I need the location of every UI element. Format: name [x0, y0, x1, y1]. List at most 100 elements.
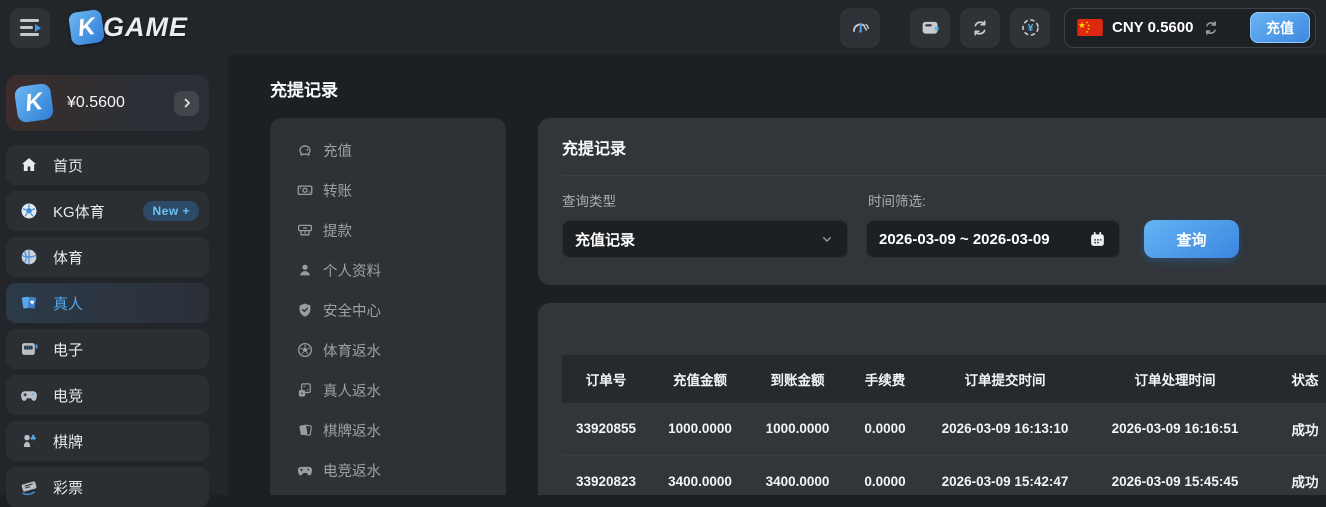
column-header: 充值金额 — [650, 355, 750, 403]
refresh-icon[interactable] — [960, 8, 1000, 48]
balance-refresh-icon[interactable] — [1202, 19, 1220, 37]
calendar-icon[interactable] — [1088, 230, 1107, 249]
cards2-icon — [295, 421, 315, 439]
speed-gauge-icon[interactable] — [840, 8, 880, 48]
china-flag-icon: ★ ★ ★ ★ ★ — [1077, 19, 1103, 36]
table-cell: 1000.0000 — [750, 403, 845, 455]
balance-k-icon: K — [14, 83, 55, 124]
submenu-item-label: 安全中心 — [323, 300, 381, 321]
records-panel: 订单号充值金额到账金额手续费订单提交时间订单处理时间状态 33920855100… — [538, 303, 1326, 495]
submenu-item-label: 棋牌返水 — [323, 420, 381, 441]
slot-icon: 777 — [18, 339, 40, 359]
query-type-label: 查询类型 — [562, 190, 616, 210]
sidebar-item-label: 电子 — [53, 339, 83, 360]
submenu-item-label: 真人返水 — [323, 380, 381, 401]
column-header: 状态 — [1265, 355, 1326, 403]
sidebar-item-kg-sports[interactable]: KG体育 New + — [6, 191, 209, 231]
table-cell: 1000.0000 — [650, 403, 750, 455]
sidebar-item-live[interactable]: ♥ 真人 — [6, 283, 209, 323]
deposit-button[interactable]: 充值 — [1250, 12, 1310, 43]
submenu-item-sports-rebate[interactable]: 体育返水 — [270, 330, 506, 370]
menu-toggle-icon[interactable] — [10, 8, 50, 48]
cards-icon: ♥ — [18, 293, 40, 313]
table-cell: 成功 — [1265, 403, 1326, 455]
gamepad-icon — [18, 385, 40, 405]
records-table: 订单号充值金额到账金额手续费订单提交时间订单处理时间状态 33920855100… — [562, 355, 1326, 495]
dice-icon — [295, 381, 315, 399]
date-range-input[interactable]: 2026-03-09 ~ 2026-03-09 — [866, 220, 1120, 258]
brand-logo[interactable]: K GAME — [70, 11, 188, 44]
banknote-icon — [295, 181, 315, 199]
ticket-icon — [18, 477, 40, 497]
svg-text:♥: ♥ — [30, 301, 35, 307]
submenu-item-withdraw[interactable]: 提款 — [270, 210, 506, 250]
logo-k-icon: K — [68, 9, 105, 46]
wallet-icon[interactable] — [910, 8, 950, 48]
sidebar-item-lottery[interactable]: 彩票 — [6, 467, 209, 507]
svg-text:¥: ¥ — [1027, 23, 1033, 34]
table-cell: 2026-03-09 16:16:51 — [1085, 403, 1265, 455]
withdraw-icon — [295, 221, 315, 239]
filter-panel: 充提记录 查询类型 时间筛选: 充值记录 2026-03-09 ~ 2026-0… — [538, 118, 1326, 285]
submenu-item-label: 电竞返水 — [323, 460, 381, 481]
sidebar-item-chess[interactable]: ♣ 棋牌 — [6, 421, 209, 461]
balance-card[interactable]: K ¥0.5600 — [6, 75, 209, 131]
table-cell: 3400.0000 — [750, 455, 845, 495]
column-header: 订单处理时间 — [1085, 355, 1265, 403]
sidebar-item-sports[interactable]: 体育 — [6, 237, 209, 277]
submenu-item-label: 提款 — [323, 220, 352, 241]
soccer2-icon — [295, 341, 315, 359]
search-button[interactable]: 查询 — [1144, 220, 1239, 258]
column-header: 订单号 — [562, 355, 650, 403]
submenu-item-security-center[interactable]: 安全中心 — [270, 290, 506, 330]
sidebar-item-home[interactable]: 首页 — [6, 145, 209, 185]
column-header: 订单提交时间 — [925, 355, 1085, 403]
table-cell: 0.0000 — [845, 403, 925, 455]
date-range-value: 2026-03-09 ~ 2026-03-09 — [879, 231, 1050, 248]
column-header: 到账金额 — [750, 355, 845, 403]
home-icon — [18, 155, 40, 175]
currency-exchange-icon[interactable]: ¥ — [1010, 8, 1050, 48]
new-badge: New + — [143, 201, 199, 221]
sidebar-item-label: 棋牌 — [53, 431, 83, 452]
submenu-item-label: 个人资料 — [323, 260, 381, 281]
basketball-icon — [18, 247, 40, 267]
submenu-item-live-rebate[interactable]: 真人返水 — [270, 370, 506, 410]
topbar-actions: ¥ ★ ★ ★ ★ ★ CNY 0.5600 充值 — [840, 8, 1316, 48]
sidebar-item-label: 彩票 — [53, 477, 83, 498]
query-type-select[interactable]: 充值记录 — [562, 220, 848, 258]
sidebar-item-label: 真人 — [53, 293, 83, 314]
sidebar-item-slots[interactable]: 777 电子 — [6, 329, 209, 369]
table-cell: 2026-03-09 16:13:10 — [925, 403, 1085, 455]
sidebar-item-label: 首页 — [53, 155, 83, 176]
submenu-item-transfer[interactable]: 转账 — [270, 170, 506, 210]
submenu-item-label: 体育返水 — [323, 340, 381, 361]
submenu-item-chess-rebate[interactable]: 棋牌返水 — [270, 410, 506, 450]
table-row: 339208551000.00001000.00000.00002026-03-… — [562, 403, 1326, 455]
sidebar-menu: 首页 KG体育 New + 体育 ♥ 真人 777 电子 电竞 ♣ 棋牌 彩票 — [0, 145, 228, 507]
time-filter-label: 时间筛选: — [868, 190, 926, 210]
divider — [562, 175, 1326, 176]
column-header: 手续费 — [845, 355, 925, 403]
person-icon — [295, 261, 315, 279]
sidebar-item-esports[interactable]: 电竞 — [6, 375, 209, 415]
table-cell: 3400.0000 — [650, 455, 750, 495]
page-title: 充提记录 — [270, 76, 338, 101]
sidebar-item-label: KG体育 — [53, 201, 105, 222]
shield-icon — [295, 301, 315, 319]
gamepad2-icon — [295, 461, 315, 479]
currency-balance-label: CNY 0.5600 — [1112, 19, 1193, 36]
submenu-item-label: 充值 — [323, 140, 352, 161]
table-cell: 33920855 — [562, 403, 650, 455]
currency-selector[interactable]: ★ ★ ★ ★ ★ CNY 0.5600 充值 — [1064, 8, 1316, 48]
chevron-right-icon[interactable] — [174, 91, 199, 116]
svg-text:♣: ♣ — [30, 434, 37, 443]
submenu-item-profile[interactable]: 个人资料 — [270, 250, 506, 290]
submenu-item-esports-rebate[interactable]: 电竞返水 — [270, 450, 506, 490]
svg-text:777: 777 — [26, 346, 32, 350]
query-type-value: 充值记录 — [575, 229, 635, 250]
main-content: 充提记录 充值 转账 提款 个人资料 安全中心 体育返水 真人返水 棋牌返水 电… — [228, 55, 1326, 495]
table-cell: 0.0000 — [845, 455, 925, 495]
submenu-item-deposit[interactable]: 充值 — [270, 130, 506, 170]
submenu-item-label: 转账 — [323, 180, 352, 201]
